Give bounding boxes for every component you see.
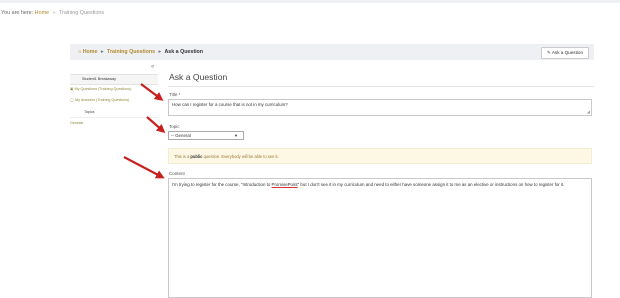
header-current-page: Ask a Question — [164, 49, 204, 55]
sidebar-item-my-questions[interactable]: ▣ My Questions (Training Questions) — [70, 85, 158, 94]
content-text-underlined: PromisePoint — [271, 182, 298, 187]
breadcrumb-current: Training Questions — [58, 10, 105, 16]
page-title: Ask a Question — [169, 72, 228, 82]
breadcrumb-separator: » — [52, 10, 56, 16]
notice-prefix: This is a — [174, 154, 191, 159]
speech-bubble-icon: ◯ — [70, 98, 75, 102]
sidebar-item-label: My Questions (Training Questions) — [74, 87, 132, 91]
topic-select-value: -- General — [171, 133, 191, 138]
content-editor[interactable]: I'm trying to register for the course, "… — [168, 178, 592, 298]
ask-question-button[interactable]: ✎ Ask a Question — [540, 47, 589, 59]
sidebar-item-label: General — [70, 121, 84, 125]
title-input-value: How can I register for a course that is … — [172, 102, 288, 107]
header-training-questions-link[interactable]: Training Questions — [107, 49, 155, 55]
content-text-part2: " but I don't see it in my curriculum an… — [297, 182, 565, 187]
content-text-part1: I'm trying to register for the course, "… — [172, 182, 272, 187]
chevron-down-icon: ▼ — [234, 133, 238, 138]
header-breadcrumb: ⌂ Home ▸ Training Questions ▸ Ask a Ques… — [78, 49, 203, 55]
home-icon: ⌂ — [78, 49, 82, 55]
breadcrumb-home-link[interactable]: Home — [35, 10, 49, 16]
header-bar: ⌂ Home ▸ Training Questions ▸ Ask a Ques… — [70, 44, 594, 60]
title-divider — [168, 86, 594, 87]
sidebar-item-label: Topics — [84, 110, 95, 114]
breadcrumb-arrow-icon: ▸ — [158, 49, 162, 55]
sidebar-item-label: My Answers (Training Questions) — [75, 98, 130, 102]
topic-select[interactable]: -- General ▼ — [168, 131, 244, 140]
topic-label: Topic — [169, 124, 180, 129]
collapse-sidebar-icon[interactable]: « — [151, 64, 154, 70]
breadcrumb-prefix: You are here: — [1, 10, 34, 16]
top-breadcrumb: You are here: Home » Training Questions — [1, 10, 104, 16]
top-strip — [0, 0, 620, 3]
annotation-arrow-content — [123, 156, 165, 179]
ask-question-label: Ask a Question — [551, 50, 583, 55]
sidebar-item-student[interactable]: Student1 Breakaway — [70, 74, 158, 85]
breadcrumb-arrow-icon: ▸ — [100, 49, 104, 55]
sidebar-item-topics: Topics — [70, 108, 158, 118]
notice-suffix: question. Everybody will be able to see … — [202, 154, 279, 159]
sidebar-item-my-answers[interactable]: ◯ My Answers (Training Questions) — [70, 96, 158, 105]
folder-icon: ▣ — [70, 87, 74, 91]
sidebar-item-label: Student1 Breakaway — [82, 77, 117, 81]
header-home-link[interactable]: Home — [83, 49, 98, 55]
content-label: Content — [169, 171, 185, 176]
title-label: Title * — [169, 92, 181, 97]
title-input[interactable]: How can I register for a course that is … — [168, 99, 592, 116]
resize-handle-icon[interactable]: ◢ — [587, 109, 590, 114]
public-notice: This is a public question. Everybody wil… — [168, 148, 592, 164]
pencil-icon: ✎ — [546, 50, 551, 55]
sidebar-item-general[interactable]: General — [70, 119, 158, 128]
notice-strong: public — [190, 154, 203, 159]
